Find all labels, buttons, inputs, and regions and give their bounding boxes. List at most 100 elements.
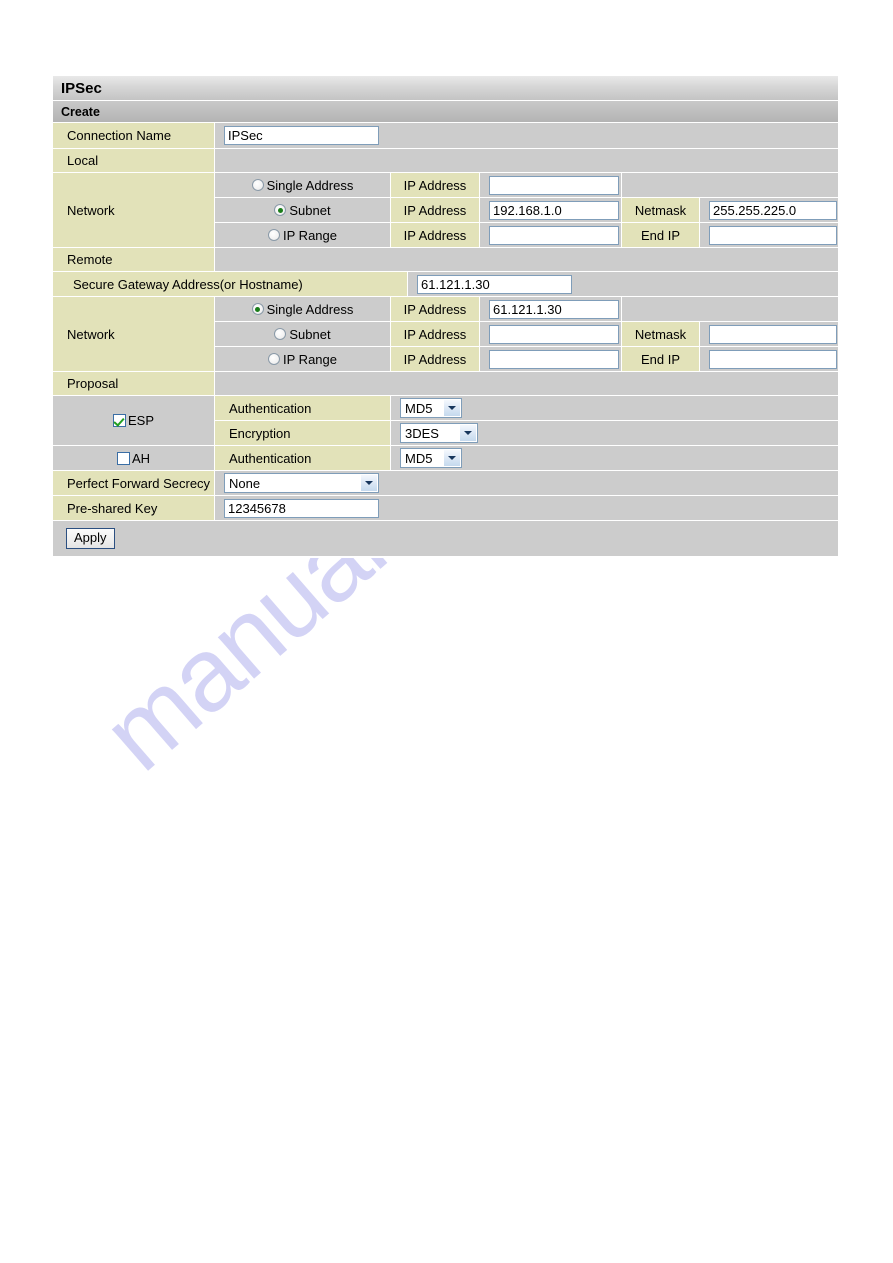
checkbox-checked-icon[interactable] xyxy=(112,414,126,427)
row-remote-header: Remote xyxy=(53,248,838,272)
row-secure-gateway: Secure Gateway Address(or Hostname) xyxy=(53,272,838,297)
remote-ip-range-ip-address-label: IP Address xyxy=(391,347,480,372)
remote-subnet-ip-address-input[interactable] xyxy=(489,324,619,344)
radio-icon[interactable] xyxy=(274,328,287,340)
remote-option-single-address: Single Address IP Address xyxy=(215,297,838,322)
remote-subnet-ip-address-cell xyxy=(480,322,622,347)
local-section-filler xyxy=(215,149,838,173)
local-subnet-netmask-input[interactable] xyxy=(709,200,837,220)
ah-label: AH xyxy=(131,450,151,466)
local-single-ip-address-cell xyxy=(480,173,622,198)
row-pre-shared-key: Pre-shared Key xyxy=(53,496,838,521)
local-single-ip-address-input[interactable] xyxy=(489,175,619,195)
local-ip-range-ip-address-cell xyxy=(480,223,622,248)
radio-icon[interactable] xyxy=(268,229,281,241)
remote-subnet-option[interactable]: Subnet xyxy=(215,322,391,347)
esp-authentication-value: MD5 xyxy=(405,400,433,416)
local-ip-range-radio-wrap[interactable]: IP Range xyxy=(268,228,337,243)
esp-encryption-cell: 3DES xyxy=(391,421,838,446)
ah-authentication-select[interactable]: MD5 xyxy=(400,448,462,468)
chevron-down-icon[interactable] xyxy=(459,425,476,441)
panel-bottom-edge xyxy=(53,557,838,558)
remote-single-address-label: Single Address xyxy=(266,301,354,317)
remote-single-ip-address-cell xyxy=(480,297,622,322)
radio-selected-icon[interactable] xyxy=(251,303,264,315)
remote-ip-range-radio-wrap[interactable]: IP Range xyxy=(268,352,337,367)
local-single-address-radio-wrap[interactable]: Single Address xyxy=(251,177,354,193)
perfect-forward-secrecy-label: Perfect Forward Secrecy xyxy=(53,471,215,496)
chevron-down-icon[interactable] xyxy=(443,400,460,416)
remote-option-ip-range: IP Range IP Address End IP xyxy=(215,347,838,372)
remote-subnet-netmask-cell xyxy=(700,322,838,347)
remote-subnet-netmask-input[interactable] xyxy=(709,324,837,344)
radio-icon[interactable] xyxy=(268,353,281,365)
local-ip-range-end-ip-input[interactable] xyxy=(709,225,837,245)
local-option-single-address: Single Address IP Address xyxy=(215,173,838,198)
remote-single-extra-cell xyxy=(622,297,838,322)
row-local-header: Local xyxy=(53,149,838,173)
local-single-address-option[interactable]: Single Address xyxy=(215,173,391,198)
connection-name-label: Connection Name xyxy=(53,123,215,149)
secure-gateway-label: Secure Gateway Address(or Hostname) xyxy=(53,272,408,297)
remote-subnet-radio-wrap[interactable]: Subnet xyxy=(274,326,331,342)
esp-authentication-label: Authentication xyxy=(215,396,391,421)
remote-subnet-netmask-label: Netmask xyxy=(622,322,700,347)
remote-single-ip-address-input[interactable] xyxy=(489,299,619,319)
chevron-down-icon[interactable] xyxy=(360,475,377,491)
remote-ip-range-ip-address-cell xyxy=(480,347,622,372)
radio-selected-icon[interactable] xyxy=(274,204,287,216)
apply-button[interactable]: Apply xyxy=(66,528,115,549)
esp-authentication-row: Authentication MD5 xyxy=(215,396,838,421)
proposal-section-filler xyxy=(215,372,838,396)
esp-encryption-value: 3DES xyxy=(405,425,439,441)
local-ip-range-ip-address-input[interactable] xyxy=(489,225,619,245)
esp-checkbox-wrap[interactable]: ESP xyxy=(112,413,154,428)
ah-authentication-label: Authentication xyxy=(215,446,391,471)
perfect-forward-secrecy-value: None xyxy=(229,475,261,491)
remote-subnet-label: Subnet xyxy=(289,326,331,342)
checkbox-icon[interactable] xyxy=(116,451,130,465)
ah-checkbox-cell[interactable]: AH xyxy=(53,446,215,471)
local-subnet-label: Subnet xyxy=(289,202,331,218)
local-single-address-label: Single Address xyxy=(266,177,354,193)
local-single-extra-cell xyxy=(622,173,838,198)
esp-authentication-cell: MD5 xyxy=(391,396,838,421)
connection-name-cell xyxy=(215,123,838,149)
esp-encryption-select[interactable]: 3DES xyxy=(400,423,478,443)
local-subnet-netmask-cell xyxy=(700,198,838,223)
remote-ip-range-end-ip-input[interactable] xyxy=(709,349,837,369)
row-proposal-header: Proposal xyxy=(53,372,838,396)
local-single-ip-address-label: IP Address xyxy=(391,173,480,198)
local-subnet-ip-address-input[interactable] xyxy=(489,200,619,220)
local-ip-range-option[interactable]: IP Range xyxy=(215,223,391,248)
remote-single-address-option[interactable]: Single Address xyxy=(215,297,391,322)
row-ah: AH Authentication MD5 xyxy=(53,446,838,471)
connection-name-input[interactable] xyxy=(224,126,379,145)
remote-network-label: Network xyxy=(53,297,215,372)
esp-encryption-row: Encryption 3DES xyxy=(215,421,838,446)
chevron-down-icon[interactable] xyxy=(443,450,460,466)
esp-encryption-label: Encryption xyxy=(215,421,391,446)
pre-shared-key-input[interactable] xyxy=(224,498,379,518)
local-ip-range-end-ip-label: End IP xyxy=(622,223,700,248)
local-subnet-ip-address-label: IP Address xyxy=(391,198,480,223)
ipsec-configuration-panel: IPSec Create Connection Name Local Netwo… xyxy=(53,76,838,558)
esp-authentication-select[interactable]: MD5 xyxy=(400,398,462,418)
remote-ip-range-ip-address-input[interactable] xyxy=(489,349,619,369)
ah-checkbox-wrap[interactable]: AH xyxy=(116,450,151,466)
local-ip-range-end-ip-cell xyxy=(700,223,838,248)
esp-checkbox-cell[interactable]: ESP xyxy=(53,396,215,446)
perfect-forward-secrecy-select[interactable]: None xyxy=(224,473,379,493)
secure-gateway-input[interactable] xyxy=(417,274,572,294)
secure-gateway-cell xyxy=(408,272,838,297)
remote-ip-range-option[interactable]: IP Range xyxy=(215,347,391,372)
local-subnet-option[interactable]: Subnet xyxy=(215,198,391,223)
ah-authentication-cell: MD5 xyxy=(391,446,838,471)
local-subnet-radio-wrap[interactable]: Subnet xyxy=(274,202,331,218)
local-ip-range-label: IP Range xyxy=(283,227,337,243)
row-perfect-forward-secrecy: Perfect Forward Secrecy None xyxy=(53,471,838,496)
remote-single-address-radio-wrap[interactable]: Single Address xyxy=(251,301,354,317)
esp-label: ESP xyxy=(127,413,154,428)
radio-icon[interactable] xyxy=(251,179,264,191)
page-title: IPSec xyxy=(53,76,838,101)
